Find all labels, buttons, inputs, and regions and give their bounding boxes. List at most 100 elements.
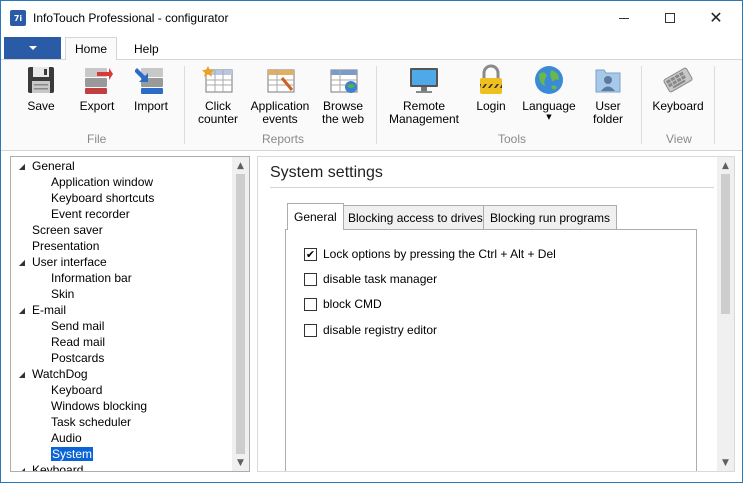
block-cmd-checkbox[interactable]: block CMD (304, 296, 382, 312)
expand-collapse-icon[interactable]: ◢ (18, 158, 26, 174)
tree-child-node[interactable]: Windows blocking (51, 398, 147, 414)
language-label: Language (522, 99, 576, 113)
content-scrollbar-thumb[interactable] (721, 174, 730, 314)
expand-collapse-icon[interactable]: ◢ (18, 254, 26, 270)
keyboard-icon (662, 64, 694, 96)
tree-child-node[interactable]: Postcards (51, 350, 104, 366)
tree-node-label: Event recorder (51, 207, 130, 221)
keyboard-label: Keyboard (652, 99, 704, 113)
tree-child-node[interactable]: Audio (51, 430, 82, 446)
application-menu-button[interactable] (4, 37, 61, 59)
tree-node[interactable]: General (32, 158, 75, 174)
login-button[interactable]: Login (471, 64, 511, 113)
close-button[interactable]: ✕ (693, 1, 739, 35)
keyboard-view-button[interactable]: Keyboard (650, 64, 706, 113)
chevron-down-icon (28, 46, 37, 50)
tree-node[interactable]: WatchDog (32, 366, 88, 382)
tab-help[interactable]: Help (125, 37, 168, 61)
tree-node[interactable]: E-mail (32, 302, 66, 318)
content-scrollbar[interactable]: ▲ ▼ (717, 157, 734, 471)
tree-child-node[interactable]: Keyboard shortcuts (51, 190, 154, 206)
user-folder-button[interactable]: User folder (586, 64, 630, 126)
tree-node-label: Application window (51, 175, 154, 189)
group-label-view: View (666, 132, 692, 146)
tree-child-node[interactable]: Keyboard (51, 382, 102, 398)
click-counter-label: Click counter (197, 99, 239, 126)
tree-child-node[interactable]: Send mail (51, 318, 104, 334)
tree-child-node[interactable]: System (51, 446, 94, 462)
tree-child-node[interactable]: Skin (51, 286, 74, 302)
minimize-button[interactable] (601, 1, 647, 35)
tree-scrollbar-thumb[interactable] (236, 174, 245, 454)
disable-task-manager-label: disable task manager (323, 272, 438, 286)
export-icon (81, 64, 113, 96)
expand-collapse-icon[interactable]: ◢ (18, 302, 26, 318)
events-log-icon (264, 64, 296, 96)
export-label: Export (79, 99, 115, 113)
tree-child-node[interactable]: Task scheduler (51, 414, 131, 430)
user-folder-icon (592, 64, 624, 96)
checkbox-unchecked-icon[interactable] (304, 272, 317, 286)
application-events-label: Application events (250, 99, 310, 126)
tree-node-label: Keyboard shortcuts (51, 191, 155, 205)
disable-registry-editor-checkbox[interactable]: disable registry editor (304, 322, 437, 338)
tree-node[interactable]: User interface (32, 254, 107, 270)
save-button[interactable]: Save (21, 64, 61, 113)
scroll-down-arrow-icon[interactable]: ▼ (717, 454, 734, 471)
tree-node[interactable]: Presentation (32, 238, 99, 254)
expand-collapse-icon[interactable]: ◢ (18, 366, 26, 382)
globe-icon (533, 64, 565, 96)
browse-the-web-button[interactable]: Browse the web (319, 64, 367, 126)
maximize-button[interactable] (647, 1, 693, 35)
ribbon-divider (376, 66, 377, 144)
page-title: System settings (270, 164, 383, 181)
tree-node[interactable]: Screen saver (32, 222, 103, 238)
import-button[interactable]: Import (129, 64, 173, 113)
tree-node-label: Audio (51, 431, 82, 445)
tree-node-label: System (51, 447, 94, 461)
title-bar[interactable]: 7i InfoTouch Professional - configurator… (1, 1, 742, 35)
remote-management-button[interactable]: Remote Management (385, 64, 463, 126)
checkbox-checked-icon[interactable]: ✔ (304, 247, 317, 261)
tree-node-label: Presentation (32, 239, 100, 253)
remote-management-label: Remote Management (388, 99, 460, 126)
tree-scrollbar[interactable]: ▲ ▼ (232, 157, 249, 471)
checkbox-unchecked-icon[interactable] (304, 297, 317, 311)
tab-general[interactable]: General (287, 203, 344, 230)
tree-child-node[interactable]: Read mail (51, 334, 105, 350)
tab-blocking-run-programs[interactable]: Blocking run programs (483, 205, 618, 229)
login-label: Login (476, 99, 506, 113)
ribbon-divider (641, 66, 642, 144)
tab-blocking-access-to-drives[interactable]: Blocking access to drives (341, 205, 490, 229)
disable-registry-editor-label: disable registry editor (323, 323, 438, 337)
tab-home[interactable]: Home (65, 37, 118, 61)
tree-node-label: WatchDog (32, 367, 88, 381)
checkbox-unchecked-icon[interactable] (304, 323, 317, 337)
floppy-disk-icon (25, 64, 57, 96)
tree-node-label: General (32, 159, 75, 173)
ribbon-tab-row: Home Help (1, 35, 742, 61)
tree-node-label: Skin (51, 287, 75, 301)
user-folder-label: User folder (592, 99, 624, 126)
tree-node-label: User interface (32, 255, 107, 269)
web-table-icon (327, 64, 359, 96)
app-logo-icon[interactable]: 7i (10, 10, 26, 26)
tab-panel-general: ✔ Lock options by pressing the Ctrl + Al… (285, 229, 697, 471)
scroll-up-arrow-icon[interactable]: ▲ (717, 157, 734, 174)
tree-child-node[interactable]: Application window (51, 174, 153, 190)
export-button[interactable]: Export (75, 64, 119, 113)
tree-child-node[interactable]: Information bar (51, 270, 132, 286)
language-dropdown-button[interactable]: Language ▼ (521, 64, 577, 122)
expand-collapse-icon[interactable]: ◢ (18, 462, 26, 472)
disable-task-manager-checkbox[interactable]: disable task manager (304, 271, 437, 287)
maximize-icon (665, 13, 675, 23)
scroll-down-arrow-icon[interactable]: ▼ (232, 454, 249, 471)
tree-node[interactable]: Keyboard (32, 462, 83, 471)
settings-tree[interactable]: General ◢ Application window Keyboard short… (10, 156, 250, 472)
tree-child-node[interactable]: Event recorder (51, 206, 130, 222)
chevron-down-icon: ▼ (546, 113, 552, 121)
lock-options-checkbox[interactable]: ✔ Lock options by pressing the Ctrl + Al… (304, 246, 556, 262)
application-events-button[interactable]: Application events (248, 64, 312, 126)
scroll-up-arrow-icon[interactable]: ▲ (232, 157, 249, 174)
click-counter-button[interactable]: Click counter (194, 64, 242, 126)
